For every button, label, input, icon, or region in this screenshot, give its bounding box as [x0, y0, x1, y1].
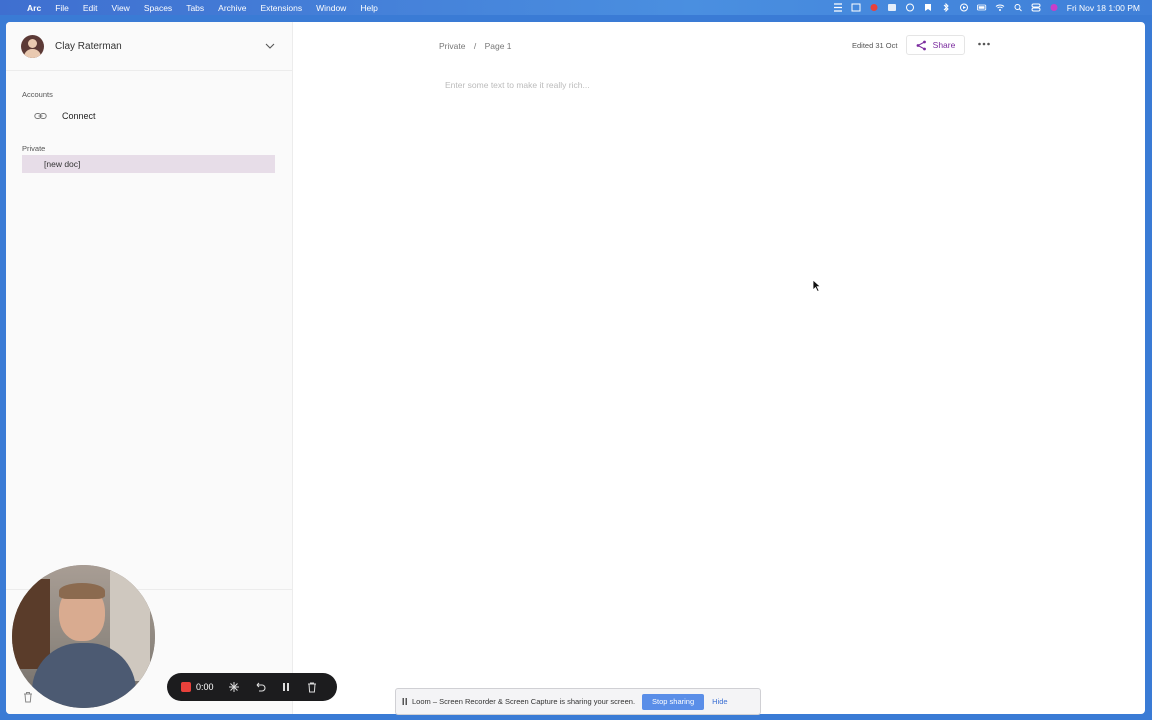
connect-button[interactable]: Connect — [22, 108, 276, 124]
share-icon — [916, 40, 926, 50]
menu-view[interactable]: View — [112, 3, 130, 13]
share-button[interactable]: Share — [906, 35, 965, 55]
doc-label: [new doc] — [44, 159, 81, 169]
breadcrumb-separator: / — [473, 41, 477, 51]
breadcrumb-space[interactable]: Private — [439, 41, 465, 51]
menu-window[interactable]: Window — [316, 3, 346, 13]
breadcrumb: Private / Page 1 — [439, 41, 512, 51]
calendar-icon[interactable] — [887, 3, 897, 12]
menu-bar: Arc File Edit View Spaces Tabs Archive E… — [0, 0, 1152, 15]
avatar — [21, 34, 44, 58]
sharing-message: Loom – Screen Recorder & Screen Capture … — [412, 697, 636, 706]
bluetooth-icon[interactable] — [941, 3, 951, 12]
menu-spaces[interactable]: Spaces — [144, 3, 172, 13]
menu-arc[interactable]: Arc — [27, 3, 41, 13]
private-section-label: Private — [22, 144, 46, 153]
edited-status: Edited 31 Oct — [852, 41, 898, 50]
menu-edit[interactable]: Edit — [83, 3, 98, 13]
hide-button[interactable]: Hide — [712, 697, 727, 706]
stop-sharing-button[interactable]: Stop sharing — [642, 693, 705, 710]
search-icon[interactable] — [1013, 3, 1023, 12]
menu-file[interactable]: File — [55, 3, 69, 13]
bookmark-icon[interactable] — [923, 3, 933, 12]
breadcrumb-page[interactable]: Page 1 — [485, 41, 512, 51]
drawing-tool-icon[interactable] — [228, 681, 240, 693]
menu-help[interactable]: Help — [360, 3, 377, 13]
user-switcher[interactable]: Clay Raterman — [6, 22, 292, 71]
pause-icon[interactable] — [280, 681, 292, 693]
menu-extensions[interactable]: Extensions — [261, 3, 303, 13]
loom-icon[interactable] — [869, 3, 879, 12]
pause-icon — [402, 698, 407, 705]
more-options-icon[interactable] — [977, 41, 991, 47]
screen-sharing-banner: Loom – Screen Recorder & Screen Capture … — [395, 688, 761, 715]
menu-archive[interactable]: Archive — [218, 3, 246, 13]
list-icon[interactable] — [833, 3, 843, 12]
share-label: Share — [932, 40, 956, 50]
app-window: Clay Raterman Accounts Connect Private [… — [6, 22, 1145, 714]
compass-icon[interactable] — [905, 3, 915, 12]
menu-clock[interactable]: Fri Nov 18 1:00 PM — [1067, 3, 1140, 13]
accounts-section-label: Accounts — [22, 90, 53, 99]
recording-controls: 0:00 — [167, 673, 337, 701]
stop-recording-button[interactable] — [181, 682, 191, 692]
mouse-cursor-icon — [812, 279, 821, 292]
delete-recording-icon[interactable] — [306, 681, 318, 693]
play-circle-icon[interactable] — [959, 3, 969, 12]
battery-icon[interactable] — [976, 3, 987, 12]
link-icon — [34, 113, 47, 119]
chevron-down-icon[interactable] — [264, 40, 276, 52]
user-name: Clay Raterman — [55, 40, 122, 52]
menu-tabs[interactable]: Tabs — [186, 3, 204, 13]
screen-share-icon[interactable] — [851, 3, 861, 12]
connect-label: Connect — [62, 111, 96, 121]
webcam-bubble[interactable] — [12, 565, 155, 708]
control-center-icon[interactable] — [1031, 3, 1041, 12]
sidebar-item-new-doc[interactable]: [new doc] — [22, 155, 275, 173]
siri-icon[interactable] — [1049, 3, 1059, 12]
recording-timer: 0:00 — [196, 682, 214, 692]
restart-icon[interactable] — [254, 681, 266, 693]
editor-placeholder[interactable]: Enter some text to make it really rich..… — [445, 80, 590, 90]
wifi-icon[interactable] — [995, 3, 1005, 12]
